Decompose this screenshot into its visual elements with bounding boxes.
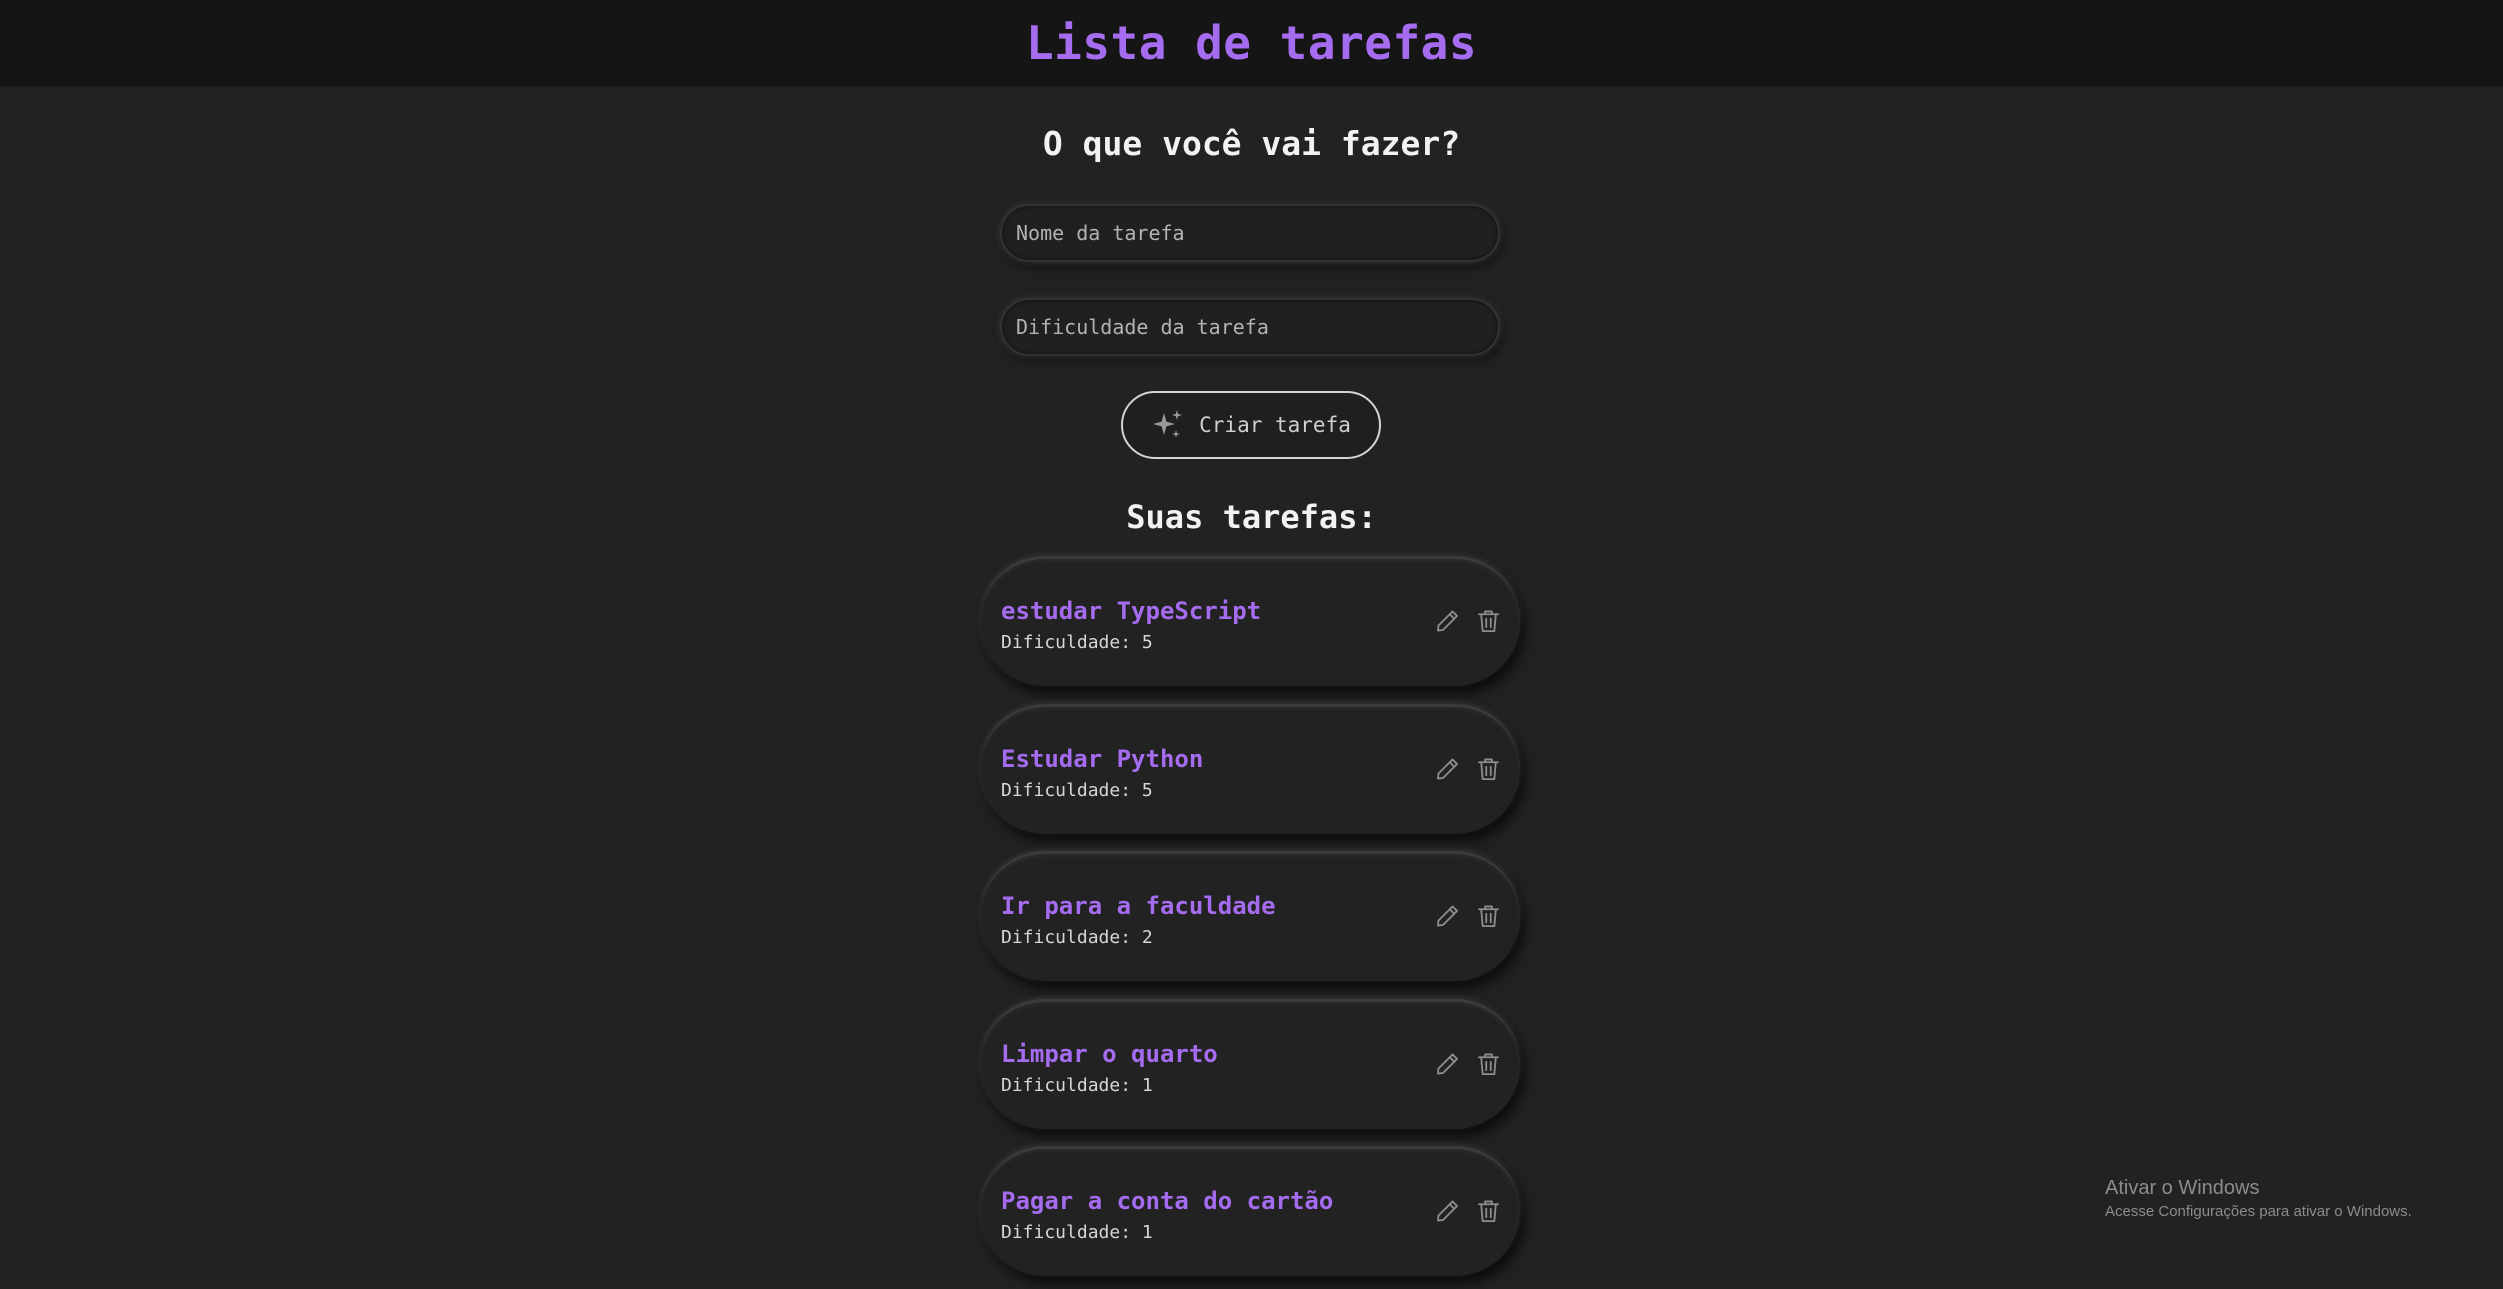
pencil-icon[interactable] [1434,755,1461,783]
task-actions [1434,1050,1502,1078]
task-title: Estudar Python [1001,744,1204,773]
task-card: Limpar o quarto Dificuldade: 1 [980,998,1520,1129]
pencil-icon[interactable] [1434,607,1461,635]
task-text: Estudar Python Dificuldade: 5 [1001,744,1203,805]
task-actions [1434,1197,1502,1225]
top-header: Lista de tarefas [0,0,2503,87]
trash-icon[interactable] [1475,1050,1502,1078]
create-task-button[interactable]: Criar tarefa [1121,391,1381,459]
watermark-subtitle: Acesse Configurações para ativar o Windo… [2105,1203,2412,1220]
task-text: Pagar a conta do cartão Dificuldade: 1 [1001,1186,1333,1247]
pencil-icon[interactable] [1434,1050,1461,1078]
task-text: Ir para a faculdade Dificuldade: 2 [1001,891,1276,952]
task-difficulty: Dificuldade: 2 [1001,927,1153,948]
task-card: Pagar a conta do cartão Dificuldade: 1 [980,1146,1520,1276]
task-difficulty: Dificuldade: 1 [1001,1074,1153,1096]
app-title: Lista de tarefas [1025,16,1478,70]
task-actions [1434,902,1502,930]
trash-icon[interactable] [1475,755,1502,783]
task-list: estudar TypeScript Dificuldade: 5 Estuda… [980,556,1520,1289]
task-difficulty-input[interactable] [1000,298,1500,356]
task-text: Limpar o quarto Dificuldade: 1 [1001,1039,1218,1100]
task-difficulty: Dificuldade: 1 [1001,1222,1153,1243]
task-title: Pagar a conta do cartão [1001,1187,1334,1215]
task-title: Ir para a faculdade [1001,892,1276,920]
task-card: Ir para a faculdade Dificuldade: 2 [980,851,1520,981]
windows-activation-watermark: Ativar o Windows Acesse Configurações pa… [2105,1176,2412,1222]
task-name-input[interactable] [1000,204,1500,262]
task-card: Estudar Python Dificuldade: 5 [980,703,1520,834]
task-title: estudar TypeScript [1001,597,1262,625]
app-page: Lista de tarefas O que você vai fazer? C… [0,0,2503,1289]
trash-icon[interactable] [1475,902,1502,930]
task-actions [1434,607,1502,635]
form-heading: O que você vai fazer? [1042,124,1461,163]
task-actions [1434,755,1502,783]
trash-icon[interactable] [1475,1197,1502,1225]
sparkles-icon [1153,410,1183,438]
pencil-icon[interactable] [1434,1197,1461,1225]
task-difficulty: Dificuldade: 5 [1001,632,1153,653]
task-difficulty: Dificuldade: 5 [1001,779,1153,801]
create-task-label: Criar tarefa [1199,413,1351,437]
trash-icon[interactable] [1475,607,1502,635]
task-card: estudar TypeScript Dificuldade: 5 [980,556,1520,686]
pencil-icon[interactable] [1434,902,1461,930]
task-title: Limpar o quarto [1001,1039,1218,1068]
task-list-heading: Suas tarefas: [1126,498,1377,536]
watermark-title: Ativar o Windows [2105,1177,2260,1199]
task-text: estudar TypeScript Dificuldade: 5 [1001,596,1261,657]
